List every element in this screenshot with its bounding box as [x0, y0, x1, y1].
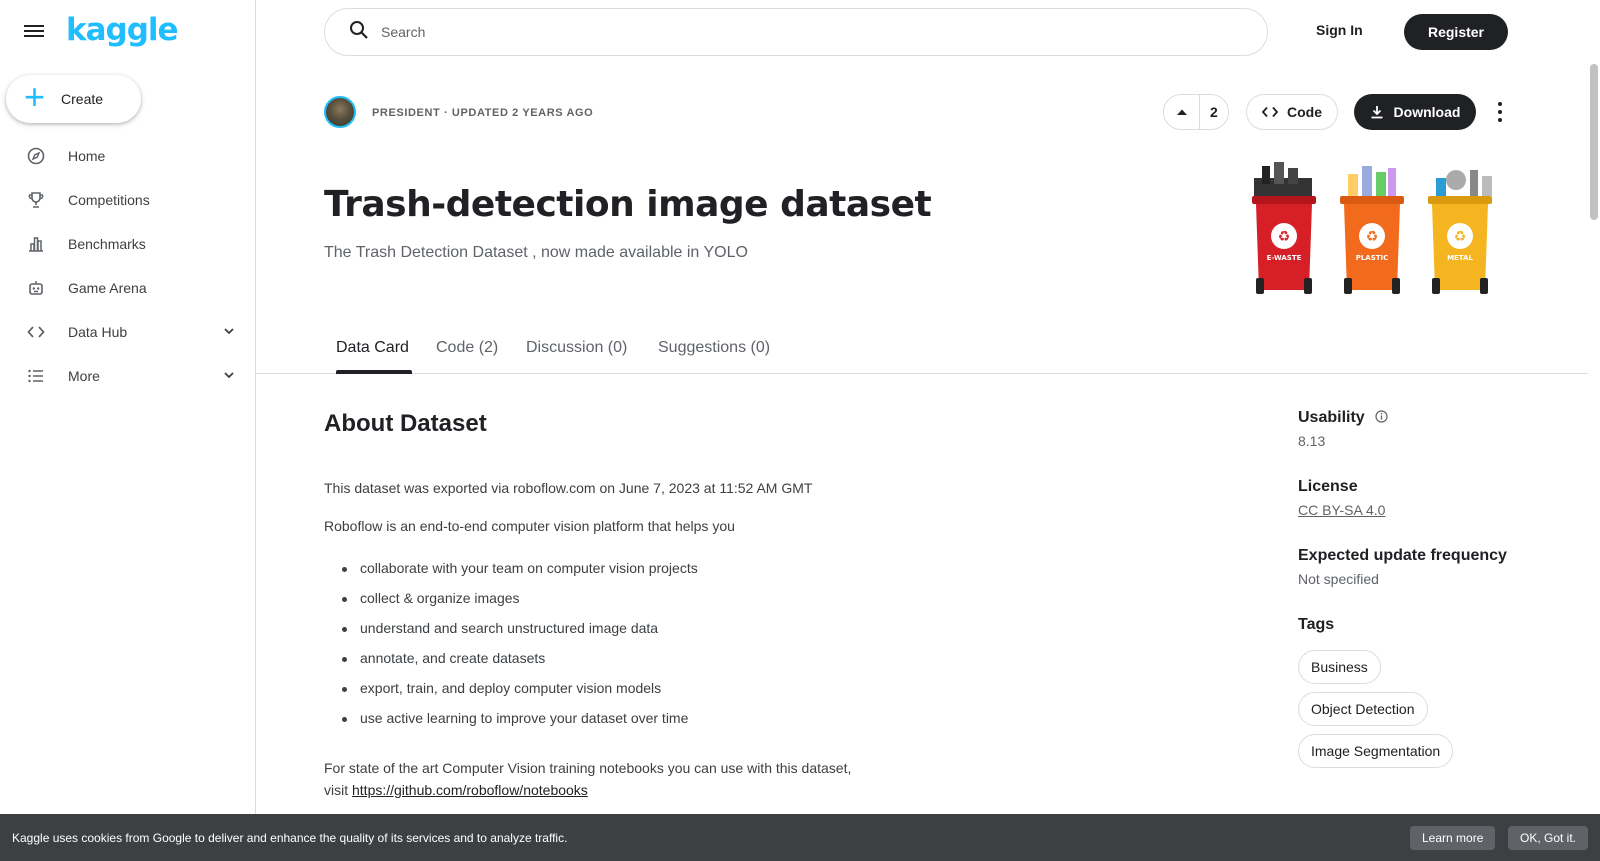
plus-icon: + [24, 76, 46, 117]
notebooks-link[interactable]: https://github.com/roboflow/notebooks [352, 782, 588, 798]
usability-section: Usability 8.13 [1298, 409, 1388, 449]
active-tab-indicator [336, 370, 412, 374]
cookie-text: Kaggle uses cookies from Google to deliv… [12, 830, 568, 845]
bin-metal: ♻ METAL [1428, 170, 1492, 294]
register-button[interactable]: Register [1404, 14, 1508, 50]
compass-icon [26, 146, 46, 166]
feature-list: collaborate with your team on computer v… [340, 560, 698, 740]
more-options-icon[interactable] [1494, 100, 1506, 124]
list-item: use active learning to improve your data… [340, 710, 698, 740]
learn-more-button[interactable]: Learn more [1410, 826, 1496, 850]
usability-heading: Usability [1298, 409, 1388, 427]
frequency-section: Expected update frequency Not specified [1298, 547, 1507, 587]
usability-value: 8.13 [1298, 433, 1326, 449]
dataset-banner-image: ♻ E-WASTE ♻ PLASTIC ♻ METAL [1252, 162, 1492, 294]
info-icon [1375, 410, 1388, 423]
sidebar-nav: Home Competitions Benchmarks Game Arena … [0, 134, 256, 398]
svg-text:♻: ♻ [1454, 229, 1467, 245]
list-item: understand and search unstructured image… [340, 620, 698, 650]
tab-data-card[interactable]: Data Card [336, 339, 409, 357]
sidebar-item-more[interactable]: More [0, 354, 256, 398]
code-button[interactable]: Code [1246, 94, 1338, 130]
notebooks-text: For state of the art Computer Vision tra… [324, 760, 852, 776]
sidebar-item-label: Competitions [68, 192, 150, 208]
ok-got-it-button[interactable]: OK, Got it. [1508, 826, 1589, 850]
about-paragraph: This dataset was exported via roboflow.c… [324, 480, 813, 496]
svg-text:♻: ♻ [1278, 229, 1291, 245]
create-button[interactable]: + Create [6, 75, 141, 123]
search-input[interactable] [381, 24, 1181, 40]
about-paragraph: Roboflow is an end-to-end computer visio… [324, 518, 735, 534]
download-button-label: Download [1393, 104, 1461, 120]
scrollbar-thumb[interactable] [1590, 64, 1598, 220]
sidebar-item-label: More [68, 368, 100, 384]
trophy-icon [26, 190, 46, 210]
bin-label: E-WASTE [1267, 254, 1302, 262]
license-section: License CC BY-SA 4.0 [1298, 478, 1385, 520]
tag-chip[interactable]: Business [1298, 650, 1381, 684]
avatar[interactable] [324, 96, 356, 128]
hamburger-menu-icon[interactable] [24, 22, 48, 42]
list-item: collaborate with your team on computer v… [340, 560, 698, 590]
cookie-banner: Kaggle uses cookies from Google to deliv… [0, 814, 1600, 861]
tab-bar: Data Card Code (2) Discussion (0) Sugges… [256, 326, 1588, 374]
license-heading: License [1298, 478, 1358, 495]
sidebar-item-home[interactable]: Home [0, 134, 256, 178]
download-icon [1371, 106, 1383, 119]
code-icon [1262, 106, 1278, 118]
usability-label: Usability [1298, 409, 1365, 426]
code-icon [26, 322, 46, 342]
frequency-value: Not specified [1298, 571, 1379, 587]
tab-code[interactable]: Code (2) [436, 339, 498, 357]
tab-discussion[interactable]: Discussion (0) [526, 339, 627, 357]
page-subtitle: The Trash Detection Dataset , now made a… [324, 244, 748, 261]
tags-heading: Tags [1298, 616, 1335, 633]
list-item: export, train, and deploy computer visio… [340, 680, 698, 710]
tab-suggestions[interactable]: Suggestions (0) [658, 339, 770, 357]
about-paragraph: For state of the art Computer Vision tra… [324, 757, 851, 801]
chevron-down-icon[interactable] [222, 368, 236, 387]
search-bar[interactable] [324, 8, 1268, 56]
sidebar-item-label: Data Hub [68, 324, 128, 340]
sidebar-item-label: Benchmarks [68, 236, 146, 252]
bar-chart-icon [26, 234, 46, 254]
list-item: collect & organize images [340, 590, 698, 620]
tag-chip[interactable]: Image Segmentation [1298, 734, 1454, 768]
sidebar-item-benchmarks[interactable]: Benchmarks [0, 222, 256, 266]
tags-section: Tags [1298, 616, 1334, 634]
sidebar-item-label: Game Arena [68, 280, 147, 296]
create-button-label: Create [61, 91, 104, 107]
list-icon [26, 366, 46, 386]
kaggle-logo[interactable]: kaggle [66, 12, 179, 48]
caret-up-icon [1176, 109, 1187, 115]
page-title: Trash-detection image dataset [324, 184, 932, 225]
sign-in-button[interactable]: Sign In [1316, 22, 1363, 38]
list-item: annotate, and create datasets [340, 650, 698, 680]
svg-text:♻: ♻ [1366, 229, 1379, 245]
search-icon [349, 20, 369, 45]
upvote-widget: 2 [1163, 94, 1229, 130]
scrollbar[interactable] [1588, 0, 1600, 861]
frequency-heading: Expected update frequency [1298, 547, 1507, 564]
dataset-meta: PRESIDENT · UPDATED 2 YEARS AGO [372, 107, 594, 119]
sidebar-item-competitions[interactable]: Competitions [0, 178, 256, 222]
sidebar-item-data-hub[interactable]: Data Hub [0, 310, 256, 354]
bin-plastic: ♻ PLASTIC [1340, 166, 1404, 294]
visit-text: visit [324, 782, 352, 798]
tag-chip[interactable]: Object Detection [1298, 692, 1428, 726]
bin-label: METAL [1447, 254, 1473, 262]
license-link[interactable]: CC BY-SA 4.0 [1298, 502, 1385, 518]
sidebar-item-game-arena[interactable]: Game Arena [0, 266, 256, 310]
sidebar: kaggle + Create Home Competitions Benchm… [0, 0, 256, 861]
bin-label: PLASTIC [1356, 254, 1389, 262]
bin-ewaste: ♻ E-WASTE [1252, 162, 1316, 294]
upvote-count: 2 [1210, 104, 1218, 120]
download-button[interactable]: Download [1354, 94, 1476, 130]
about-heading: About Dataset [324, 410, 487, 437]
upvote-button[interactable] [1164, 95, 1200, 129]
sidebar-item-label: Home [68, 148, 106, 164]
chevron-down-icon[interactable] [222, 324, 236, 343]
robot-icon [26, 278, 46, 298]
code-button-label: Code [1287, 104, 1322, 120]
